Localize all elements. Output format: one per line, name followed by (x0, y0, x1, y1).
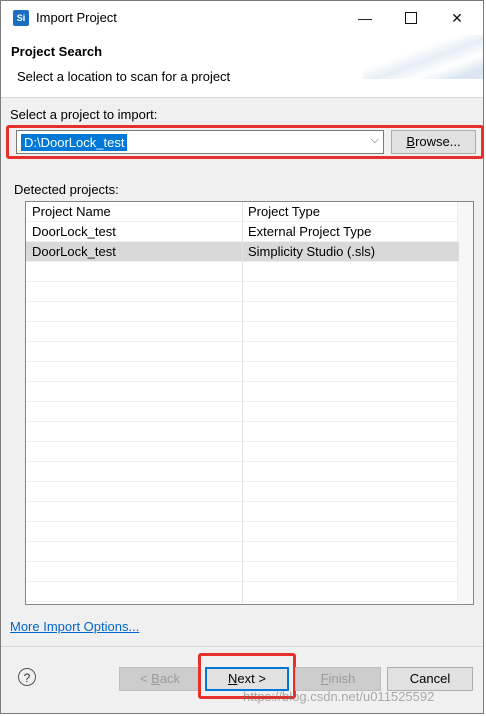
app-icon: Si (13, 10, 29, 26)
finish-button[interactable]: Finish (295, 667, 381, 691)
row-project-type: External Project Type (248, 224, 372, 239)
maximize-button[interactable] (388, 1, 434, 35)
close-button[interactable]: ✕ (434, 1, 480, 35)
footer-divider (1, 646, 483, 647)
more-import-options-link[interactable]: More Import Options... (10, 619, 139, 634)
column-header-project-type[interactable]: Project Type (248, 204, 320, 219)
row-project-name: DoorLock_test (32, 224, 116, 239)
browse-button[interactable]: Browse... (391, 130, 476, 154)
maximize-icon (405, 11, 417, 24)
title-bar: Si Import Project — ✕ (1, 1, 483, 35)
page-title: Project Search (11, 44, 103, 59)
cancel-button[interactable]: Cancel (387, 667, 473, 691)
column-divider (242, 202, 243, 604)
header-banner: Project Search Select a location to scan… (1, 35, 483, 98)
banner-decoration (363, 35, 483, 79)
detected-projects-table[interactable]: Project Name Project Type DoorLock_test … (25, 201, 474, 605)
next-button[interactable]: Next > (205, 667, 289, 691)
column-header-project-name[interactable]: Project Name (32, 204, 111, 219)
table-scrollbar[interactable] (457, 202, 473, 604)
window-title: Import Project (36, 10, 117, 25)
back-button[interactable]: < Back (119, 667, 201, 691)
project-path-value[interactable]: D:\DoorLock_test (21, 134, 128, 151)
detected-projects-label: Detected projects: (14, 182, 119, 197)
import-project-dialog: Si Import Project — ✕ Project Search Sel… (0, 0, 484, 714)
chevron-down-icon[interactable]: ⌵ (371, 134, 379, 147)
row-project-type: Simplicity Studio (.sls) (248, 244, 376, 259)
project-path-combobox[interactable]: D:\DoorLock_test ⌵ (16, 130, 384, 154)
page-subtitle: Select a location to scan for a project (17, 69, 231, 84)
help-icon[interactable]: ? (18, 668, 36, 686)
select-project-label: Select a project to import: (10, 107, 158, 122)
watermark-text: https://blog.csdn.net/u011525592 (243, 689, 435, 704)
row-project-name: DoorLock_test (32, 244, 116, 259)
minimize-button[interactable]: — (342, 1, 388, 35)
